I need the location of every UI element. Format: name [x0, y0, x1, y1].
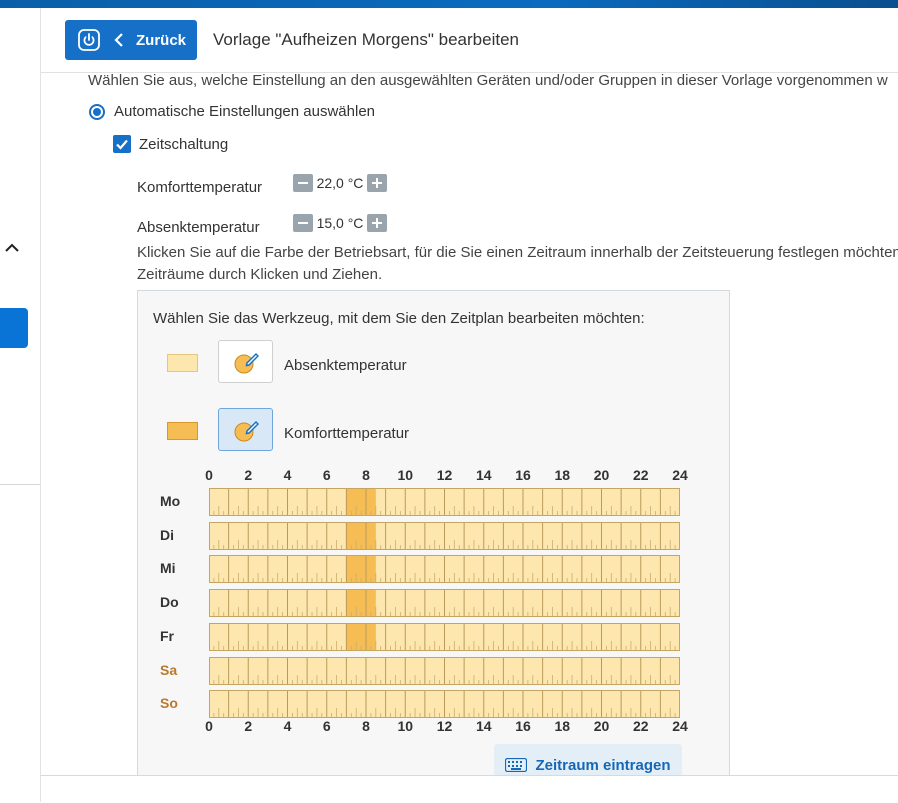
chevron-up-icon[interactable] — [4, 240, 20, 256]
hour-axis-top-tick-label: 6 — [322, 467, 331, 483]
hour-axis-top-tick-label: 12 — [436, 467, 453, 483]
day-schedule-bar[interactable] — [209, 488, 680, 516]
page-header: Zurück Vorlage "Aufheizen Morgens" bearb… — [41, 8, 898, 73]
day-label: Do — [160, 594, 179, 611]
edit-pencil-icon — [234, 352, 259, 373]
main-content: Wählen Sie aus, welche Einstellung an de… — [41, 73, 898, 775]
hour-axis-bottom-tick-label: 14 — [475, 718, 492, 734]
timer-checkbox[interactable]: Zeitschaltung — [113, 135, 228, 153]
day-schedule-bar[interactable] — [209, 622, 680, 651]
intro-text: Wählen Sie aus, welche Einstellung an de… — [88, 73, 888, 89]
sidebar-divider — [0, 484, 40, 485]
add-period-label: Zeitraum eintragen — [535, 756, 671, 774]
hour-axis-bottom-tick-label: 4 — [283, 718, 292, 734]
day-label: Di — [160, 526, 174, 543]
sidebar-active-item[interactable] — [0, 308, 28, 348]
setback-tool-button[interactable] — [218, 340, 273, 383]
back-button-label: Zurück — [136, 31, 187, 49]
comfort-color-swatch[interactable] — [167, 422, 198, 440]
power-icon — [78, 29, 100, 51]
setback-temp-row: Absenktemperatur 15,0 °C — [137, 209, 387, 236]
hour-axis-bottom-tick-label: 0 — [205, 718, 213, 734]
comfort-tool-button[interactable] — [218, 408, 273, 451]
day-label: Sa — [160, 661, 178, 678]
left-sidebar — [0, 8, 41, 802]
checkbox-label: Zeitschaltung — [139, 135, 229, 153]
comfort-temp-value: 22,0 °C — [316, 174, 364, 191]
instructions-line-1: Klicken Sie auf die Farbe der Betriebsar… — [137, 244, 898, 261]
hour-axis-top-tick-label: 2 — [244, 467, 253, 483]
day-schedule-bar[interactable] — [209, 589, 680, 618]
hour-axis-top-tick-label: 18 — [554, 467, 571, 483]
comfort-increase-button[interactable] — [367, 173, 387, 192]
hour-axis-bottom-tick-label: 6 — [322, 718, 331, 734]
hour-axis-top-tick-label: 16 — [515, 467, 531, 483]
day-label: Mi — [160, 560, 176, 577]
back-button[interactable]: Zurück — [65, 20, 197, 60]
hour-axis-top-tick-label: 20 — [593, 467, 610, 483]
hour-axis-top-tick-label: 0 — [205, 467, 213, 483]
day-schedule-bar[interactable] — [209, 656, 680, 685]
edit-pencil-icon — [234, 420, 259, 441]
hour-axis-top-tick-label: 4 — [283, 467, 292, 483]
comfort-decrease-button[interactable] — [293, 173, 313, 192]
schedule-editor-panel: Wählen Sie das Werkzeug, mit dem Sie den… — [137, 290, 730, 775]
radio-label: Automatische Einstellungen auswählen — [114, 103, 375, 120]
checkbox-checked-icon[interactable] — [113, 135, 131, 153]
comfort-temp-row: Komforttemperatur 22,0 °C — [137, 169, 387, 196]
day-label: Fr — [160, 627, 174, 644]
auto-settings-radio[interactable]: Automatische Einstellungen auswählen — [89, 103, 375, 120]
hour-axis-bottom-tick-label: 22 — [632, 718, 649, 734]
hour-axis-bottom-tick-label: 20 — [593, 718, 610, 734]
schedule-instructions: Klicken Sie auf die Farbe der Betriebsar… — [137, 242, 898, 286]
page-title: Vorlage "Aufheizen Morgens" bearbeiten — [213, 30, 519, 49]
day-schedule-bar[interactable] — [209, 521, 680, 550]
instructions-line-2: Zeiträume durch Klicken und Ziehen. — [137, 266, 383, 283]
setback-increase-button[interactable] — [367, 213, 387, 232]
tool-selection-heading: Wählen Sie das Werkzeug, mit dem Sie den… — [153, 310, 645, 327]
page-footer — [41, 775, 898, 803]
hour-axis-top-tick-label: 24 — [672, 467, 688, 483]
keyboard-icon — [505, 758, 528, 772]
hour-axis-bottom-tick-label: 12 — [436, 718, 453, 734]
hour-axis-bottom-tick-label: 2 — [244, 718, 253, 734]
comfort-tool-label: Komforttemperatur — [284, 425, 410, 442]
hour-axis-top-tick-label: 10 — [397, 467, 414, 483]
hour-axis-top-tick-label: 8 — [362, 467, 370, 483]
radio-selected-icon[interactable] — [89, 103, 105, 120]
comfort-temp-label: Komforttemperatur — [137, 179, 263, 196]
setback-tool-label: Absenktemperatur — [284, 357, 407, 374]
add-period-button[interactable]: Zeitraum eintragen — [494, 744, 682, 775]
day-schedule-bar[interactable] — [209, 690, 680, 719]
hour-axis-bottom-tick-label: 18 — [554, 718, 571, 734]
top-accent-bar — [0, 0, 898, 8]
day-label: Mo — [160, 493, 181, 509]
setback-temp-value: 15,0 °C — [316, 214, 364, 231]
setback-decrease-button[interactable] — [293, 213, 313, 232]
hour-axis-top-tick-label: 22 — [632, 467, 649, 483]
hour-axis-bottom-tick-label: 24 — [672, 718, 688, 734]
hour-axis-top-tick-label: 14 — [475, 467, 492, 483]
hour-axis-bottom-tick-label: 8 — [362, 718, 370, 734]
setback-temp-label: Absenktemperatur — [137, 219, 260, 236]
day-label: So — [160, 695, 178, 712]
hour-axis-bottom-tick-label: 10 — [397, 718, 414, 734]
setback-color-swatch[interactable] — [167, 354, 198, 372]
day-schedule-bar[interactable] — [209, 555, 680, 584]
hour-axis-bottom-tick-label: 16 — [515, 718, 531, 734]
chevron-left-icon — [114, 33, 123, 47]
